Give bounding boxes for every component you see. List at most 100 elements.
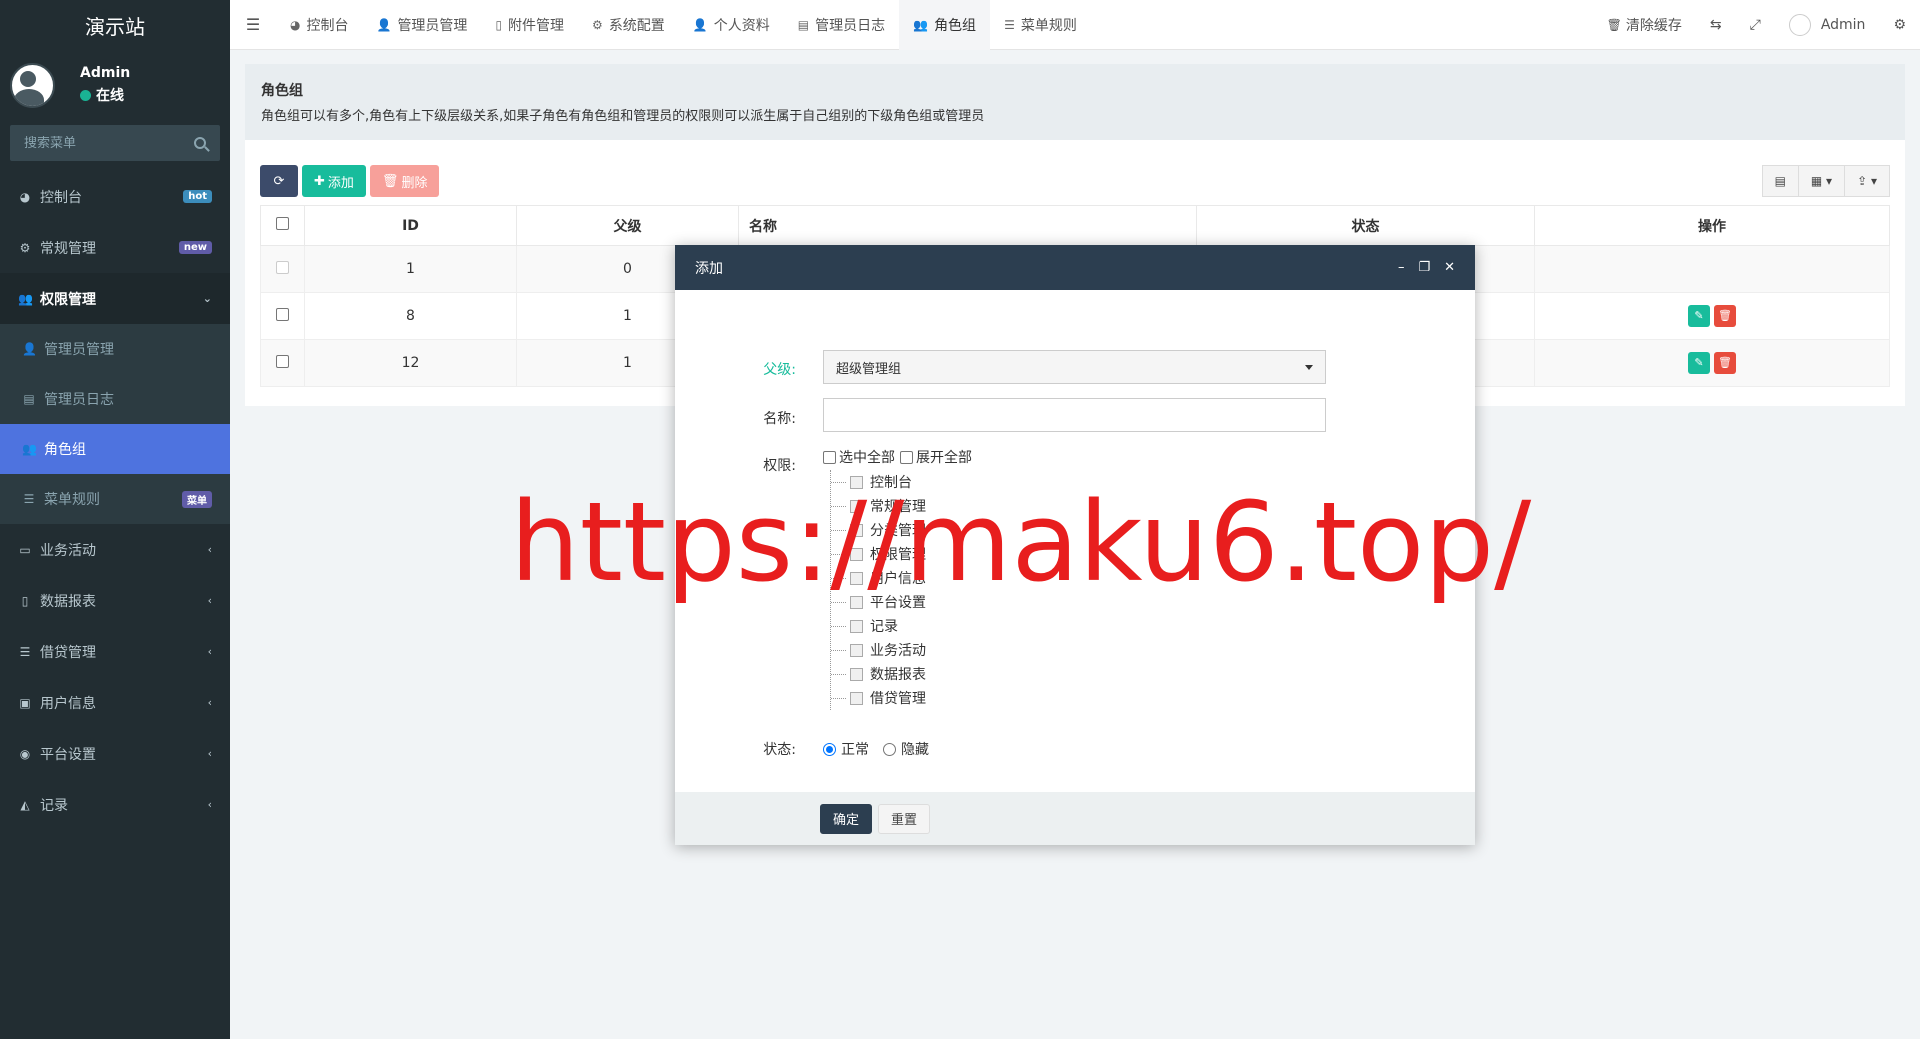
tab-rule[interactable]: ☰ 菜单规则 (990, 0, 1091, 50)
status-normal-radio[interactable] (823, 742, 836, 756)
list-icon: ☰ (19, 644, 31, 659)
tab-group[interactable]: 👥 角色组 (899, 0, 991, 50)
file-image-icon: ▯ (495, 17, 503, 32)
status-hidden-label[interactable]: 隐藏 (901, 739, 929, 759)
add-button[interactable]: ✚ 添加 (302, 165, 366, 197)
col-parent[interactable]: 父级 (516, 205, 739, 246)
sidebar-item-admin[interactable]: 👤 管理员管理 (0, 324, 230, 374)
col-id[interactable]: ID (304, 205, 517, 246)
tree-checkbox[interactable] (850, 667, 863, 681)
user-icon: 👤 (22, 342, 37, 356)
tab-attachment[interactable]: ▯ 附件管理 (481, 0, 578, 50)
tree-node[interactable]: 业务活动 (831, 638, 926, 662)
file-text-icon: ▯ (21, 593, 29, 608)
delete-row-button[interactable]: 🗑 (1714, 352, 1736, 374)
tab-admin-log[interactable]: ▤ 管理员日志 (784, 0, 899, 50)
bars-icon: ☰ (1004, 17, 1015, 32)
row-checkbox[interactable] (276, 307, 289, 321)
sidebar-item-admin-log[interactable]: ▤ 管理员日志 (0, 374, 230, 424)
tree-checkbox[interactable] (850, 595, 863, 609)
sidebar-item-loan[interactable]: ☰ 借贷管理 ‹ (0, 626, 230, 677)
minimize-icon[interactable]: – (1398, 260, 1405, 275)
select-all-checkbox[interactable] (276, 217, 289, 230)
cell-id: 1 (304, 245, 517, 293)
tree-node[interactable]: 分类管理 (831, 518, 926, 542)
sidebar-item-rule[interactable]: ☰ 菜单规则 菜单 (0, 474, 230, 524)
sidebar-item-general[interactable]: ⚙ 常规管理 new (0, 222, 230, 273)
dialog-body: 父级: 超级管理组 名称: 权限: 选中全部 展开全部 控制台 常规管理 分类管… (675, 290, 1475, 780)
brand-logo[interactable]: 演示站 (0, 0, 230, 50)
parent-select[interactable]: 超级管理组 (823, 350, 1326, 384)
tree-node[interactable]: 权限管理 (831, 542, 926, 566)
id-card-icon: ▭ (19, 542, 31, 557)
tab-profile[interactable]: 👤 个人资料 (679, 0, 784, 50)
fullscreen-icon[interactable]: ⤢ (1736, 17, 1775, 33)
tree-checkbox[interactable] (850, 691, 863, 705)
tree-node[interactable]: 常规管理 (831, 494, 926, 518)
sidebar-item-platform[interactable]: ◉ 平台设置 ‹ (0, 728, 230, 779)
tree-node[interactable]: 平台设置 (831, 590, 926, 614)
tree-checkbox[interactable] (850, 475, 863, 489)
tree-checkbox[interactable] (850, 499, 863, 513)
sidebar-item-report[interactable]: ▯ 数据报表 ‹ (0, 575, 230, 626)
delete-button[interactable]: 🗑 删除 (369, 165, 440, 197)
select-all-label[interactable]: 选中全部 (839, 447, 895, 467)
tree-node[interactable]: 控制台 (831, 470, 926, 494)
export-button[interactable]: ⇪ ▾ (1844, 165, 1890, 197)
status-normal-label[interactable]: 正常 (841, 739, 869, 759)
sidebar-item-dashboard[interactable]: ◕ 控制台 hot (0, 171, 230, 222)
tree-node-label: 权限管理 (870, 547, 926, 563)
dot-circle-icon: ◉ (19, 746, 31, 761)
toggle-view-button[interactable]: ▤ (1761, 165, 1799, 197)
tab-label: 角色组 (934, 17, 977, 34)
tree-checkbox[interactable] (850, 547, 863, 561)
tree-node-label: 用户信息 (870, 571, 926, 587)
tree-checkbox[interactable] (850, 523, 863, 537)
sidebar-item-userinfo[interactable]: ▣ 用户信息 ‹ (0, 677, 230, 728)
expand-all-checkbox[interactable] (900, 450, 913, 464)
tree-node[interactable]: 数据报表 (831, 662, 926, 686)
list-icon: ▤ (1774, 174, 1786, 188)
tree-checkbox[interactable] (850, 571, 863, 585)
col-name[interactable]: 名称 (738, 205, 1197, 246)
maximize-icon[interactable]: ❐ (1418, 260, 1430, 275)
row-checkbox[interactable] (276, 354, 289, 368)
clear-cache-button[interactable]: 🗑 清除缓存 (1593, 15, 1696, 35)
settings-icon[interactable]: ⚙ (1879, 17, 1920, 33)
select-all-perm-checkbox[interactable] (823, 450, 836, 464)
tree-node[interactable]: 借贷管理 (831, 686, 926, 710)
language-icon[interactable]: ⇆ (1696, 17, 1736, 33)
tree-checkbox[interactable] (850, 643, 863, 657)
tree-checkbox[interactable] (850, 619, 863, 633)
expand-all-label[interactable]: 展开全部 (916, 447, 972, 467)
close-icon[interactable]: ✕ (1444, 260, 1455, 275)
tree-node[interactable]: 用户信息 (831, 566, 926, 590)
columns-button[interactable]: ▦ ▾ (1797, 165, 1846, 197)
delete-row-button[interactable]: 🗑 (1714, 305, 1736, 327)
tab-admin[interactable]: 👤 管理员管理 (362, 0, 481, 50)
edit-button[interactable]: ✎ (1688, 352, 1710, 374)
confirm-button[interactable]: 确定 (820, 803, 873, 834)
status-hidden-radio[interactable] (883, 742, 896, 756)
sidebar-item-record[interactable]: ◭ 记录 ‹ (0, 779, 230, 830)
add-dialog: 添加 – ❐ ✕ 父级: 超级管理组 名称: 权限: 选中全部 展开全部 控制台… (675, 245, 1475, 845)
sidebar-item-group[interactable]: 👥 角色组 (0, 424, 230, 474)
tree-node-label: 平台设置 (870, 595, 926, 611)
dialog-header[interactable]: 添加 – ❐ ✕ (675, 245, 1475, 290)
sidebar-toggle-icon[interactable]: ☰ (230, 15, 276, 34)
col-status[interactable]: 状态 (1196, 205, 1535, 246)
tree-node[interactable]: 记录 (831, 614, 926, 638)
refresh-button[interactable]: ⟳ (260, 165, 298, 197)
tab-dashboard[interactable]: ◕ 控制台 (276, 0, 362, 50)
user-menu[interactable]: Admin (1775, 14, 1880, 36)
search-icon[interactable] (194, 137, 206, 149)
edit-button[interactable]: ✎ (1688, 305, 1710, 327)
status-radio-group: 正常 隐藏 (823, 739, 929, 759)
name-input[interactable] (823, 398, 1326, 432)
tab-config[interactable]: ⚙ 系统配置 (578, 0, 679, 50)
sidebar-item-label: 权限管理 (40, 291, 96, 308)
sidebar-item-auth[interactable]: 👥 权限管理 ⌄ (0, 273, 230, 324)
reset-button[interactable]: 重置 (878, 803, 931, 834)
sidebar-item-activity[interactable]: ▭ 业务活动 ‹ (0, 524, 230, 575)
search-input[interactable] (24, 135, 184, 151)
